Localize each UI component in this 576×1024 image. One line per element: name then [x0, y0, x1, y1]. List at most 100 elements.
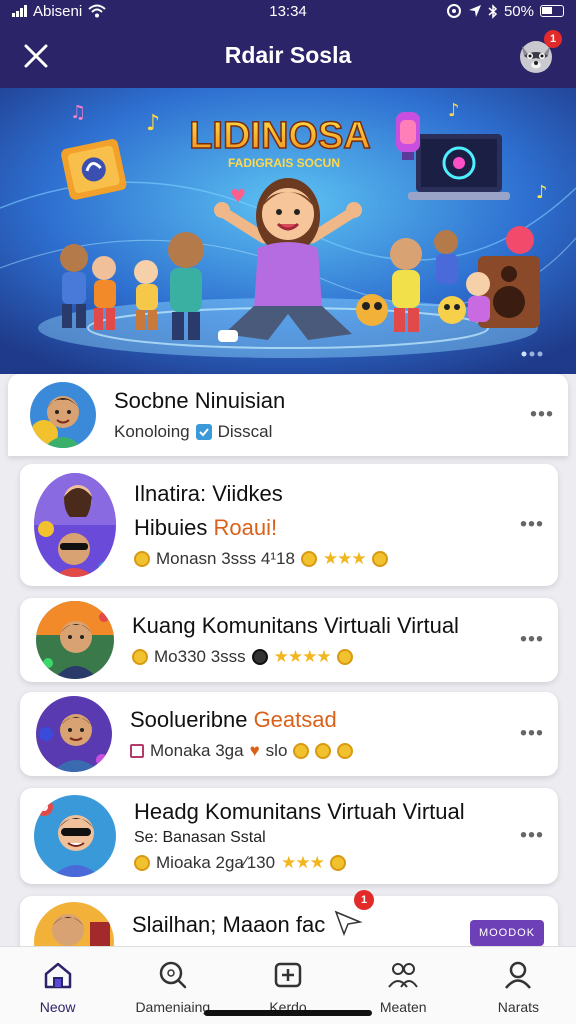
follow-button[interactable]: MOODOK: [470, 920, 544, 946]
rating-stars: ★★★★: [273, 647, 332, 666]
card-title: Ilnatira: Viidkes: [134, 481, 283, 506]
card-title: Soolueribne Geatsad: [130, 707, 558, 733]
more-options-button[interactable]: •••: [520, 825, 544, 848]
nav-label: Dameniaing: [135, 999, 211, 1015]
square-badge-icon: [130, 744, 144, 758]
nav-label: Narats: [497, 999, 540, 1015]
card-subtitle-prefix: Hibuies: [134, 515, 208, 540]
avatar-image: [34, 795, 116, 877]
nav-item-home[interactable]: Neow: [0, 947, 115, 1024]
card-title-prefix: Soolueribne: [130, 707, 248, 732]
add-icon: [274, 962, 302, 988]
avatar-image: [36, 696, 112, 772]
heart-icon: ♥: [249, 741, 260, 760]
coin-icon: [293, 743, 310, 759]
coin-icon: [134, 855, 150, 871]
card-texts: Headg Komunitans Virtuah Virtual Se: Ban…: [134, 799, 558, 873]
search-icon: [159, 961, 187, 989]
card-meta-text: Monasn 3sss 4¹18: [156, 549, 295, 568]
location-icon: [468, 5, 481, 17]
wifi-icon: [88, 4, 106, 18]
card-meta-text: Monaka 3ga: [150, 741, 244, 760]
app-header: Rdair Sosla 1: [0, 22, 576, 88]
music-note-icon: ♪: [536, 182, 548, 203]
hero-banner[interactable]: LIDINOSA FADIGRAIS SOCUN ♪ ♫ ♪ ♪ ♥: [0, 88, 576, 374]
community-card[interactable]: Kuang Komunitans Virtuali Virtual Mo330 …: [20, 598, 558, 682]
community-avatar: [34, 473, 116, 577]
community-avatar: [36, 696, 112, 772]
featured-meta-right: Disscal: [217, 422, 273, 441]
close-button[interactable]: [20, 40, 52, 72]
community-card[interactable]: Headg Komunitans Virtuah Virtual Se: Ban…: [20, 788, 558, 884]
verified-icon: [195, 424, 212, 440]
banner-title: LIDINOSA: [189, 115, 371, 157]
coin-icon: [315, 743, 332, 759]
ball-decoration: [506, 226, 534, 254]
bluetooth-icon: [488, 3, 498, 19]
coin-icon: [132, 649, 148, 665]
avatar-image: [36, 601, 114, 679]
featured-avatar: [30, 382, 96, 448]
community-card[interactable]: Soolueribne Geatsad Monaka 3ga ♥ slo •••: [20, 692, 558, 776]
card-texts: Ilnatira: Viidkes Hibuies Roaui! Monasn …: [134, 481, 558, 569]
status-bar: Abiseni 13:34 50%: [0, 0, 576, 22]
card-title: Kuang Komunitans Virtuali Virtual: [132, 613, 459, 638]
featured-title: Socbne Ninuisian: [114, 388, 286, 413]
coin-icon: [300, 551, 317, 567]
card-meta-text: Mioaka 2ga∕130: [156, 853, 276, 872]
featured-community-card[interactable]: Socbne Ninuisian Konoloing Disscal •••: [8, 374, 568, 456]
close-icon: [24, 44, 48, 68]
card-meta: Monasn 3sss 4¹18 ★★★: [134, 549, 558, 569]
home-indicator: [204, 1010, 372, 1016]
card-title: Headg Komunitans Virtuah Virtual: [134, 799, 465, 824]
featured-meta: Konoloing Disscal: [114, 422, 568, 442]
carousel-dots: [521, 351, 543, 357]
card-title-accent: Geatsad: [253, 707, 337, 732]
banner-subtitle: FADIGRAIS SOCUN: [228, 156, 340, 170]
more-options-button[interactable]: •••: [520, 629, 544, 652]
alarm-icon: [446, 4, 461, 18]
rating-stars: ★★★: [281, 853, 325, 872]
nav-item-profile[interactable]: Narats: [461, 947, 576, 1024]
page-title: Rdair Sosla: [224, 41, 352, 68]
coin-icon: [337, 743, 354, 759]
status-left: Abiseni: [12, 3, 106, 20]
more-options-button[interactable]: •••: [520, 514, 544, 537]
cursor-icon: [334, 910, 364, 941]
community-card[interactable]: Ilnatira: Viidkes Hibuies Roaui! Monasn …: [20, 464, 558, 586]
signal-icon: [12, 5, 27, 17]
notification-badge: 1: [544, 30, 562, 48]
laptop-decoration: [408, 134, 510, 200]
featured-meta-left: Konoloing: [114, 422, 190, 441]
card-meta: Mo330 3sss ★★★★: [132, 647, 558, 667]
battery-icon: [540, 5, 564, 17]
heart-icon: ♥: [230, 186, 246, 207]
kid-character-6: [434, 230, 458, 284]
group-icon: [388, 963, 419, 988]
more-options-button[interactable]: •••: [530, 404, 554, 427]
rating-stars: ★★★: [322, 549, 367, 568]
music-note-icon: ♫: [70, 102, 86, 123]
card-subtitle: Se: Banasan Sstal: [134, 829, 266, 846]
avatar-image: [30, 382, 96, 448]
status-right: 50%: [446, 3, 564, 20]
card-texts: Kuang Komunitans Virtuali Virtual Mo330 …: [132, 613, 558, 667]
notification-badge: 1: [354, 890, 374, 910]
card-subtitle: Hibuies Roaui!: [134, 515, 558, 541]
carrier-name: Abiseni: [33, 2, 83, 20]
music-note-icon: ♪: [146, 111, 160, 136]
coin-icon: [251, 649, 268, 665]
card-meta-text-2: slo: [265, 741, 288, 760]
card-meta: Mioaka 2ga∕130 ★★★: [134, 853, 558, 873]
avatar-image: [34, 473, 116, 577]
coin-icon: [329, 855, 346, 871]
card-subtitle-accent: Roaui!: [213, 515, 278, 540]
card-meta: Monaka 3ga ♥ slo: [130, 741, 558, 761]
battery-percent: 50%: [503, 2, 534, 20]
nav-label: Meaten: [379, 999, 427, 1015]
more-options-button[interactable]: •••: [520, 723, 544, 746]
music-note-icon: ♪: [448, 100, 460, 121]
featured-texts: Socbne Ninuisian Konoloing Disscal: [114, 388, 568, 442]
coin-icon: [134, 551, 150, 567]
profile-avatar-button[interactable]: 1: [516, 30, 562, 76]
